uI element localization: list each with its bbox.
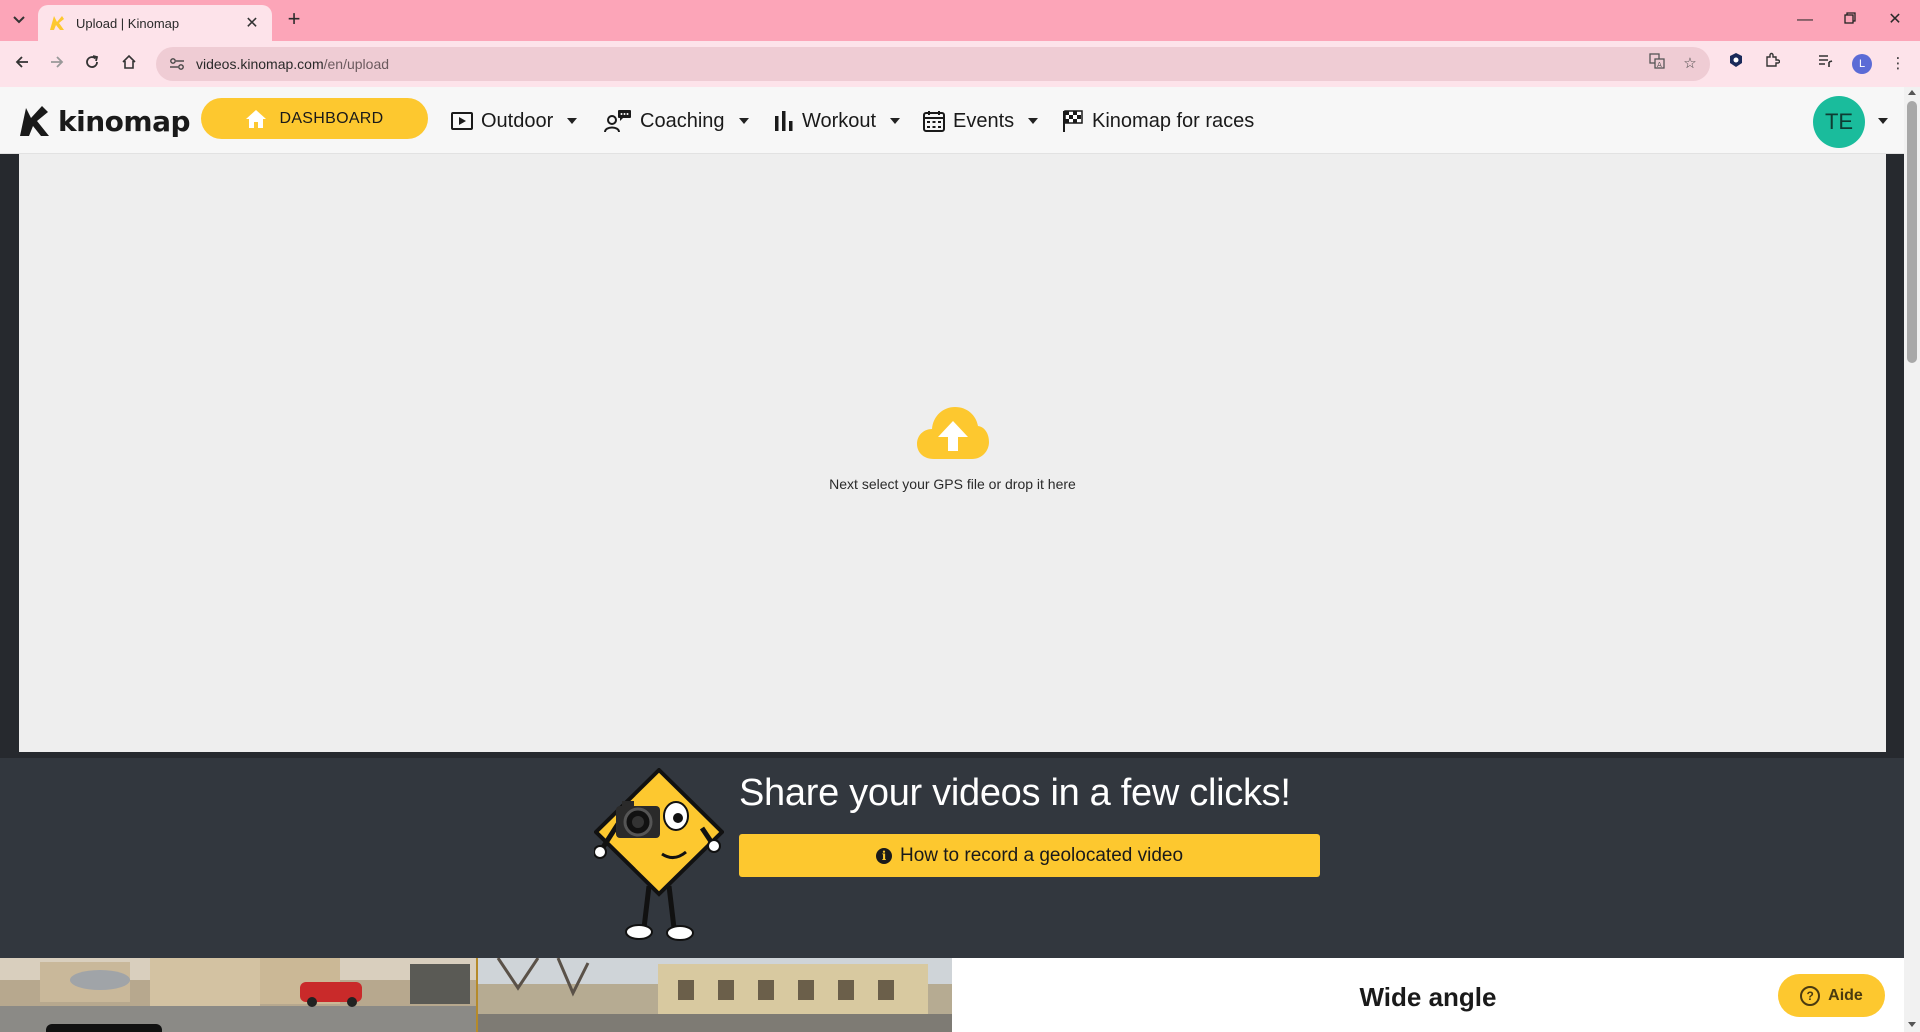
browser-menu-icon[interactable]: ⋮ <box>1884 50 1912 78</box>
coach-chat-icon <box>604 110 631 133</box>
tab-search-button[interactable] <box>6 8 32 32</box>
profile-avatar[interactable]: L <box>1852 54 1872 74</box>
nav-events[interactable]: Events <box>923 107 1039 135</box>
chevron-down-icon <box>567 118 578 124</box>
dashboard-button[interactable]: DASHBOARD <box>201 98 428 139</box>
nav-coaching[interactable]: Coaching <box>604 107 749 135</box>
upload-instruction: Next select your GPS file or drop it her… <box>829 476 1076 492</box>
restore-button[interactable] <box>1835 8 1865 32</box>
user-avatar[interactable]: TE <box>1813 96 1865 148</box>
help-aide-button[interactable]: ? Aide <box>1778 974 1885 1017</box>
video-thumbnail-village[interactable] <box>476 958 952 1032</box>
logo-text: kinomap <box>58 104 191 138</box>
bar-chart-icon <box>775 111 793 131</box>
browser-tab-active[interactable]: Upload | Kinomap ✕ <box>38 5 272 41</box>
nav-workout[interactable]: Workout <box>774 107 901 135</box>
tab-close-icon[interactable]: ✕ <box>242 13 262 33</box>
nav-outdoor-label: Outdoor <box>481 109 554 132</box>
how-to-record-button[interactable]: i How to record a geolocated video <box>739 834 1320 877</box>
promo-title: Share your videos in a few clicks! <box>739 772 1291 814</box>
nav-events-label: Events <box>953 109 1015 132</box>
chevron-down-icon <box>1028 118 1039 124</box>
kinomap-logo[interactable]: kinomap <box>18 103 191 139</box>
back-button[interactable] <box>8 50 36 78</box>
url-host: videos.kinomap.com <box>196 56 324 72</box>
chevron-down-icon <box>13 16 25 24</box>
chevron-down-icon <box>738 118 749 124</box>
new-tab-button[interactable]: + <box>281 8 307 32</box>
browser-tab-bar: Upload | Kinomap ✕ + — ✕ <box>0 0 1920 41</box>
chevron-down-icon <box>890 118 901 124</box>
nav-kinomap-for-races-label: Kinomap for races <box>1092 109 1255 132</box>
extension-shield-icon[interactable] <box>1722 50 1750 78</box>
video-thumbnail-street[interactable] <box>0 958 476 1032</box>
browser-toolbar: videos.kinomap.com/en/upload A ☆ L ⋮ <box>0 41 1920 87</box>
forward-button[interactable] <box>43 50 71 78</box>
tab-title: Upload | Kinomap <box>76 15 180 31</box>
nav-coaching-label: Coaching <box>640 109 725 132</box>
reload-icon <box>86 55 99 68</box>
kinomap-favicon-icon <box>48 14 66 32</box>
nav-outdoor[interactable]: Outdoor <box>451 107 578 135</box>
mascot-camera-illustration <box>593 767 725 946</box>
nav-kinomap-for-races[interactable]: Kinomap for races <box>1062 107 1254 135</box>
url-path: /en/upload <box>323 56 390 72</box>
scroll-down-arrow-icon[interactable] <box>1908 1022 1916 1027</box>
dashboard-label: DASHBOARD <box>279 109 384 127</box>
restore-icon <box>1844 12 1856 24</box>
address-bar[interactable]: videos.kinomap.com/en/upload A ☆ <box>156 47 1710 81</box>
site-header: kinomap DASHBOARD Outdoor Coaching Worko… <box>0 87 1904 154</box>
checkered-flag-icon <box>1063 110 1083 132</box>
scroll-up-arrow-icon[interactable] <box>1908 90 1916 95</box>
cloud-upload-icon[interactable] <box>916 405 990 461</box>
avatar-chevron-down-icon[interactable] <box>1878 118 1888 124</box>
extensions-puzzle-icon[interactable] <box>1758 50 1786 78</box>
minimize-button[interactable]: — <box>1790 8 1820 32</box>
aide-label: Aide <box>1828 986 1863 1004</box>
media-queue-icon[interactable] <box>1811 50 1839 78</box>
site-info-icon[interactable] <box>160 47 194 81</box>
reload-button[interactable] <box>78 50 106 78</box>
wide-angle-title: Wide angle <box>1359 982 1497 1012</box>
nav-workout-label: Workout <box>802 109 877 132</box>
home-icon <box>246 109 267 128</box>
arrow-left-icon <box>15 56 28 68</box>
svg-text:A: A <box>1657 61 1662 69</box>
bookmark-star-icon[interactable]: ☆ <box>1677 53 1703 75</box>
close-window-button[interactable]: ✕ <box>1880 8 1910 32</box>
home-button[interactable] <box>115 50 143 78</box>
url-text: videos.kinomap.com/en/upload <box>196 56 389 72</box>
translate-icon[interactable]: A <box>1644 53 1670 75</box>
info-circle-icon: i <box>875 847 892 864</box>
scrollbar-thumb[interactable] <box>1907 101 1917 363</box>
how-to-record-label: How to record a geolocated video <box>899 844 1184 866</box>
question-circle-icon: ? <box>1800 985 1821 1006</box>
arrow-right-icon <box>51 56 64 68</box>
kinomap-logo-icon <box>18 104 52 138</box>
calendar-icon <box>923 111 945 132</box>
home-icon <box>122 54 136 69</box>
play-square-icon <box>451 112 473 130</box>
